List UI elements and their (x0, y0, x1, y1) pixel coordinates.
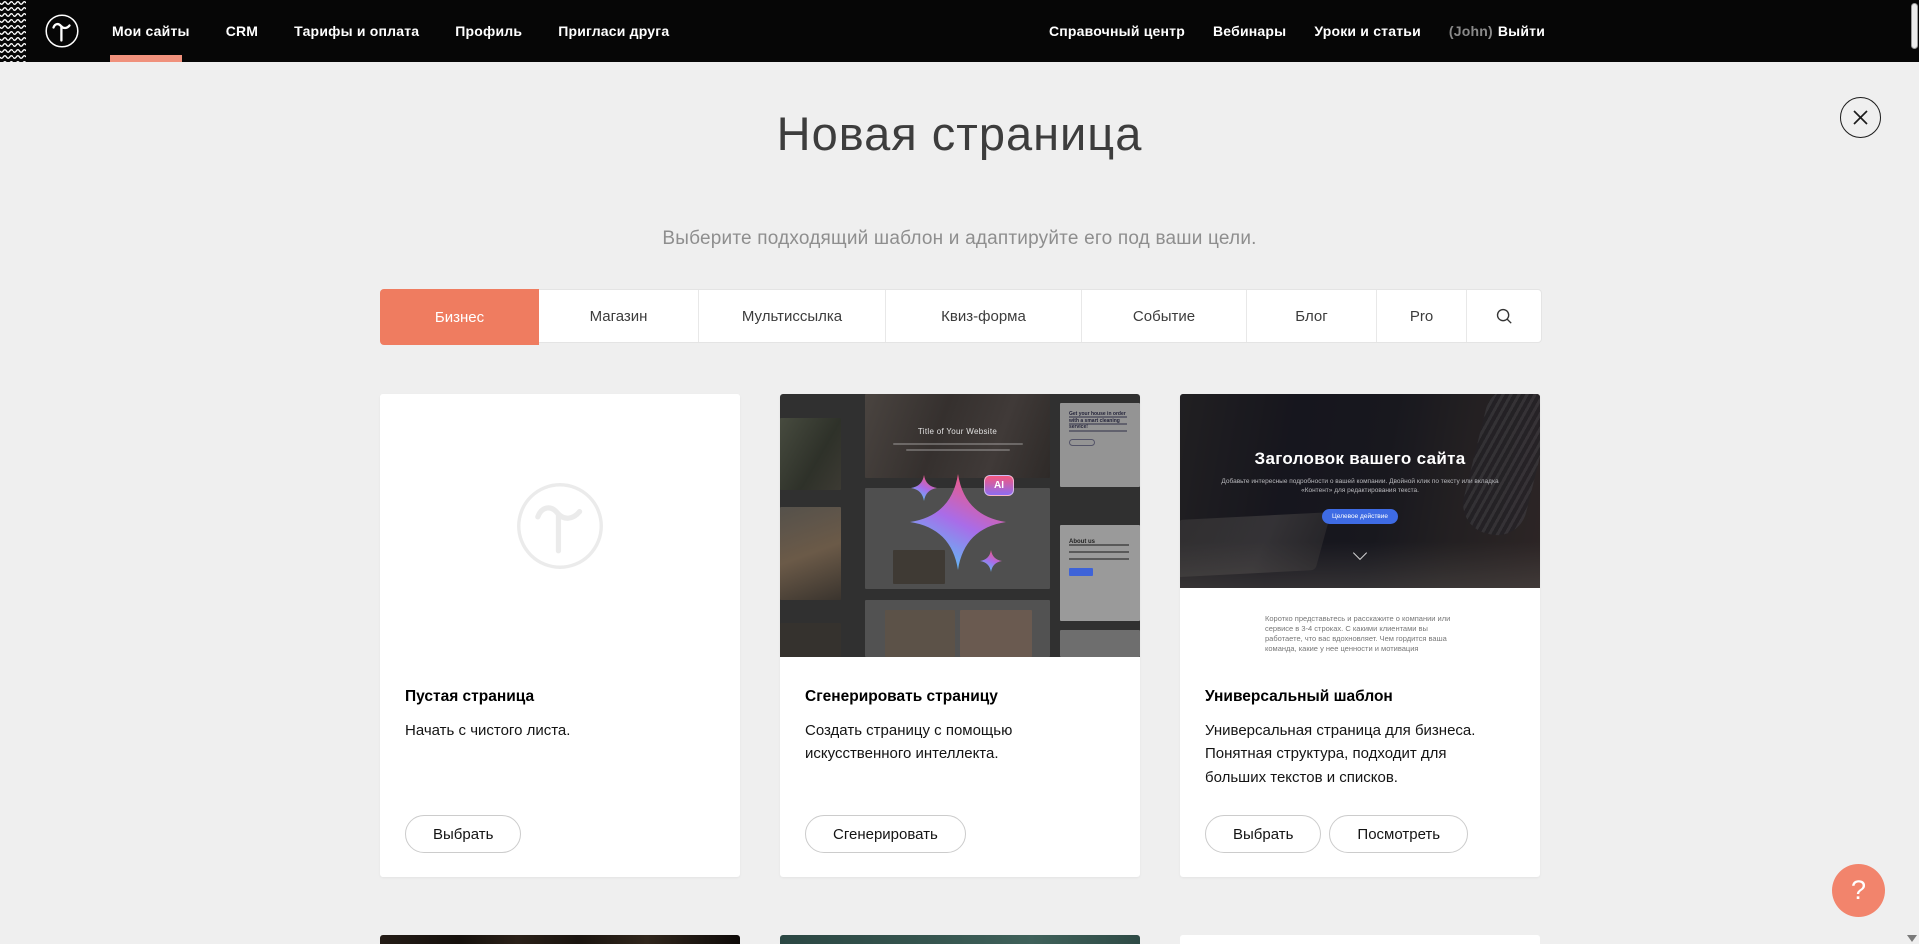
template-category-tabs: Бизнес Магазин Мультиссылка Квиз-форма С… (380, 289, 1542, 343)
hero-subtitle: Добавьте интересные подробности о вашей … (1207, 477, 1513, 495)
universal-template-preview: Заголовок вашего сайта Добавьте интересн… (1180, 394, 1540, 657)
user-logout: (John) Выйти (1449, 23, 1545, 39)
tab-business[interactable]: Бизнес (380, 289, 539, 345)
template-hero-thumbnail: Заголовок вашего сайта Добавьте интересн… (1180, 394, 1540, 588)
card-description: Универсальная страница для бизнеса. Поня… (1205, 719, 1510, 789)
choose-blank-button[interactable]: Выбрать (405, 815, 521, 853)
ai-generate-preview: Title of Your Website Get your house in … (780, 394, 1140, 657)
chevron-down-icon (1353, 546, 1367, 560)
template-cards-row: Пустая страница Начать с чистого листа. … (380, 394, 1540, 877)
hero-title: Заголовок вашего сайта (1180, 449, 1540, 469)
ai-sparkle-icon (780, 394, 1140, 657)
card-title: Сгенерировать страницу (805, 688, 1115, 706)
hero-cta-button: Целевое действие (1322, 509, 1398, 524)
logout-link[interactable]: Выйти (1498, 23, 1545, 39)
card-universal-template: Заголовок вашего сайта Добавьте интересн… (1180, 394, 1540, 877)
nav-item-webinars[interactable]: Вебинары (1213, 23, 1286, 39)
generate-button[interactable]: Сгенерировать (805, 815, 966, 853)
choose-template-button[interactable]: Выбрать (1205, 815, 1321, 853)
nav-item-profile[interactable]: Профиль (455, 23, 522, 39)
ai-badge: AI (984, 475, 1014, 496)
tab-blog[interactable]: Блог (1247, 290, 1377, 342)
nav-item-help-center[interactable]: Справочный центр (1049, 23, 1185, 39)
template-thumbnail-partial (1180, 935, 1540, 944)
tab-quiz-form[interactable]: Квиз-форма (886, 290, 1082, 342)
tab-search[interactable] (1467, 290, 1541, 342)
nav-item-tariffs[interactable]: Тарифы и оплата (294, 23, 419, 39)
zigzag-pattern (0, 0, 26, 62)
nav-item-crm[interactable]: CRM (226, 23, 258, 39)
template-body-thumbnail: Коротко представьтесь и расскажите о ком… (1180, 588, 1540, 657)
template-thumbnail-partial (780, 935, 1140, 944)
page-subtitle: Выберите подходящий шаблон и адаптируйте… (0, 228, 1919, 250)
page-title: Новая страница (0, 106, 1919, 161)
card-title: Пустая страница (405, 688, 715, 706)
active-menu-underline (110, 55, 182, 62)
top-navbar: Мои сайты CRM Тарифы и оплата Профиль Пр… (0, 0, 1919, 62)
tab-shop[interactable]: Магазин (539, 290, 699, 342)
template-body-text: Коротко представьтесь и расскажите о ком… (1265, 614, 1457, 654)
card-description: Создать страницу с помощью искусственног… (805, 719, 1110, 766)
scrollbar-down-arrow[interactable] (1907, 935, 1917, 942)
help-button[interactable]: ? (1832, 864, 1885, 917)
navbar-main-menu: Мои сайты CRM Тарифы и оплата Профиль Пр… (112, 0, 669, 62)
nav-item-lessons[interactable]: Уроки и статьи (1314, 23, 1421, 39)
tab-pro[interactable]: Pro (1377, 290, 1467, 342)
scrollbar-thumb[interactable] (1911, 3, 1918, 49)
navbar-secondary-menu: Справочный центр Вебинары Уроки и статьи… (1049, 0, 1545, 62)
tab-multilink[interactable]: Мультиссылка (699, 290, 886, 342)
tilda-watermark-icon (513, 479, 607, 573)
tab-event[interactable]: Событие (1082, 290, 1247, 342)
view-template-button[interactable]: Посмотреть (1329, 815, 1468, 853)
user-name: (John) (1449, 23, 1493, 39)
card-ai-generate: Title of Your Website Get your house in … (780, 394, 1140, 877)
search-icon (1495, 307, 1513, 325)
tilda-logo-icon[interactable] (44, 13, 80, 49)
card-blank-page: Пустая страница Начать с чистого листа. … (380, 394, 740, 877)
next-template-row (380, 935, 1540, 944)
template-thumbnail-partial (380, 935, 740, 944)
nav-item-my-sites[interactable]: Мои сайты (112, 23, 190, 39)
card-title: Универсальный шаблон (1205, 688, 1515, 706)
card-description: Начать с чистого листа. (405, 719, 710, 742)
blank-page-preview (380, 394, 740, 657)
nav-item-invite-friend[interactable]: Пригласи друга (558, 23, 669, 39)
